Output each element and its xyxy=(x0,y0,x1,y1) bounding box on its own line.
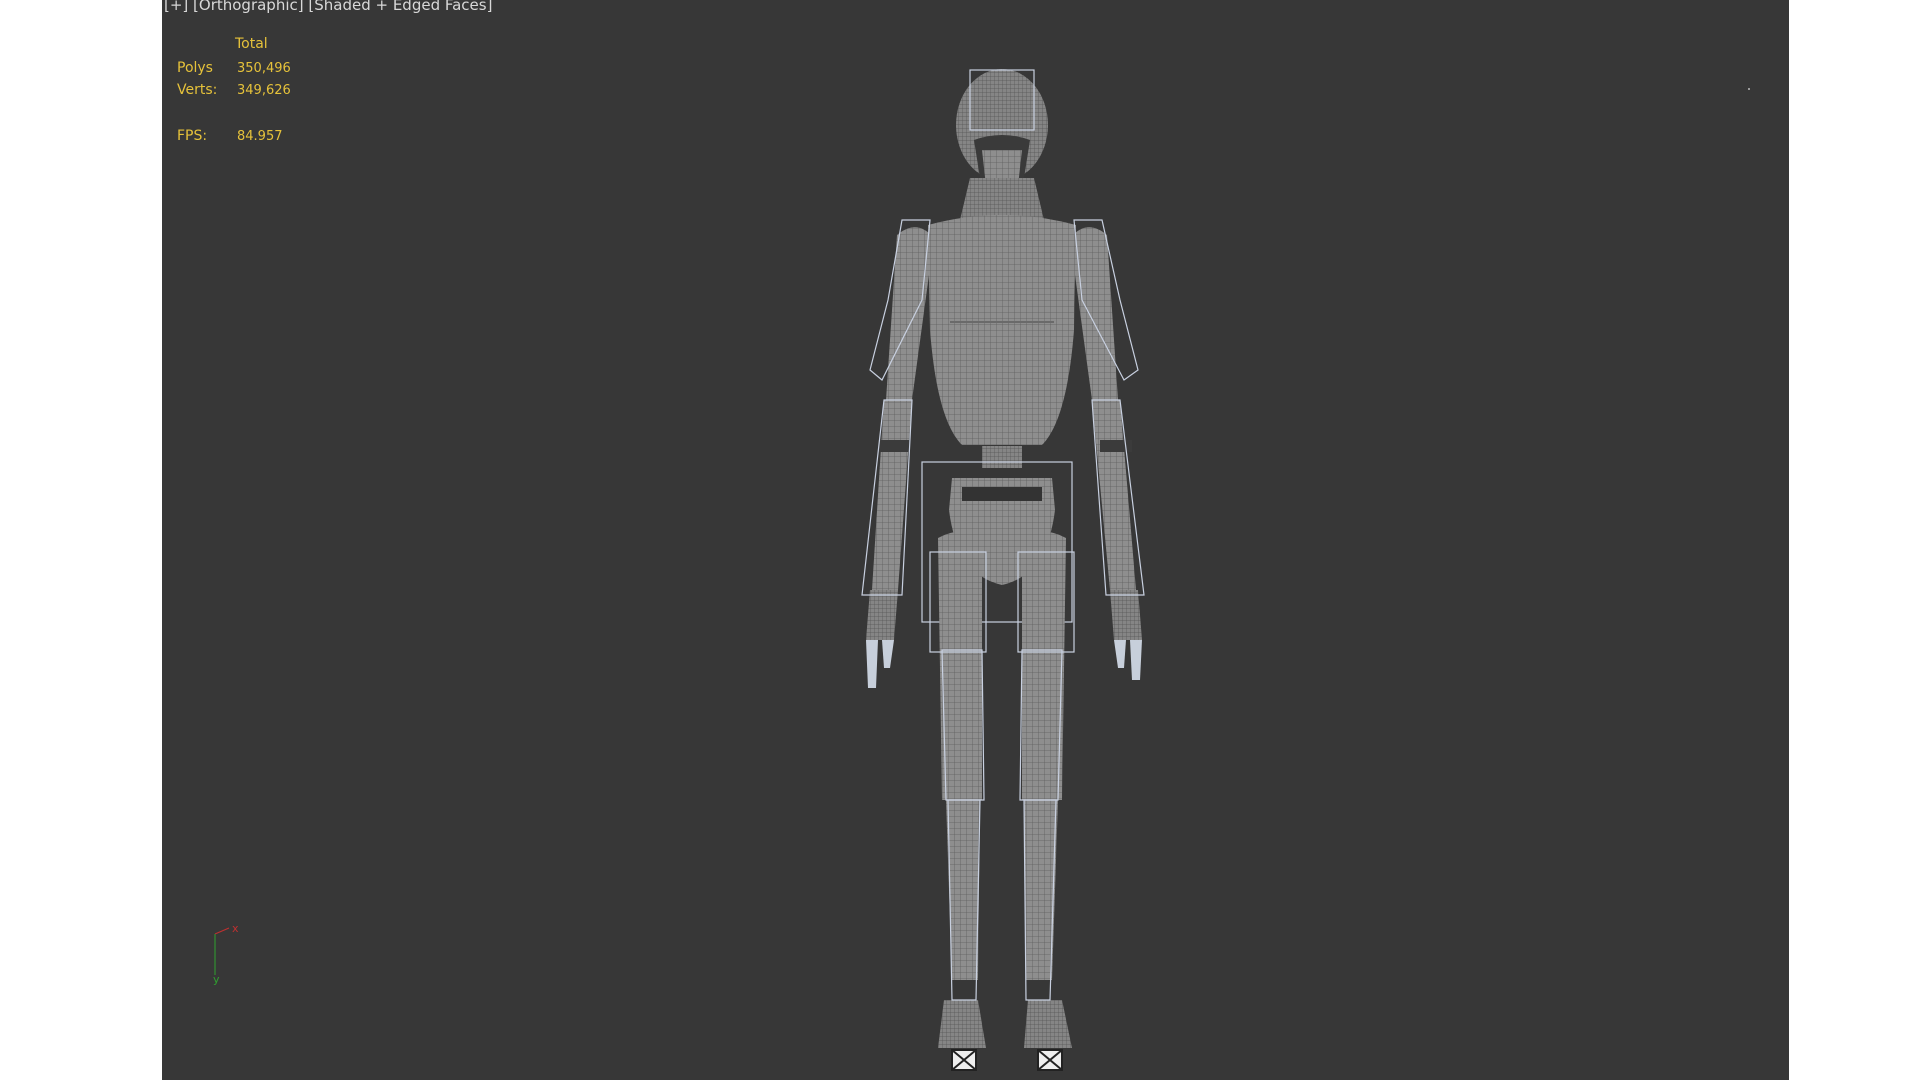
robot-left-leg xyxy=(929,531,987,1071)
robot-left-arm xyxy=(861,219,934,688)
robot-right-leg xyxy=(1017,531,1075,1071)
robot-model-mesh[interactable] xyxy=(162,0,1789,1080)
orthographic-viewport[interactable]: [+] [Orthographic] [Shaded + Edged Faces… xyxy=(162,0,1789,1080)
robot-torso xyxy=(928,215,1076,468)
robot-right-arm xyxy=(1070,219,1145,680)
robot-head xyxy=(956,69,1048,220)
